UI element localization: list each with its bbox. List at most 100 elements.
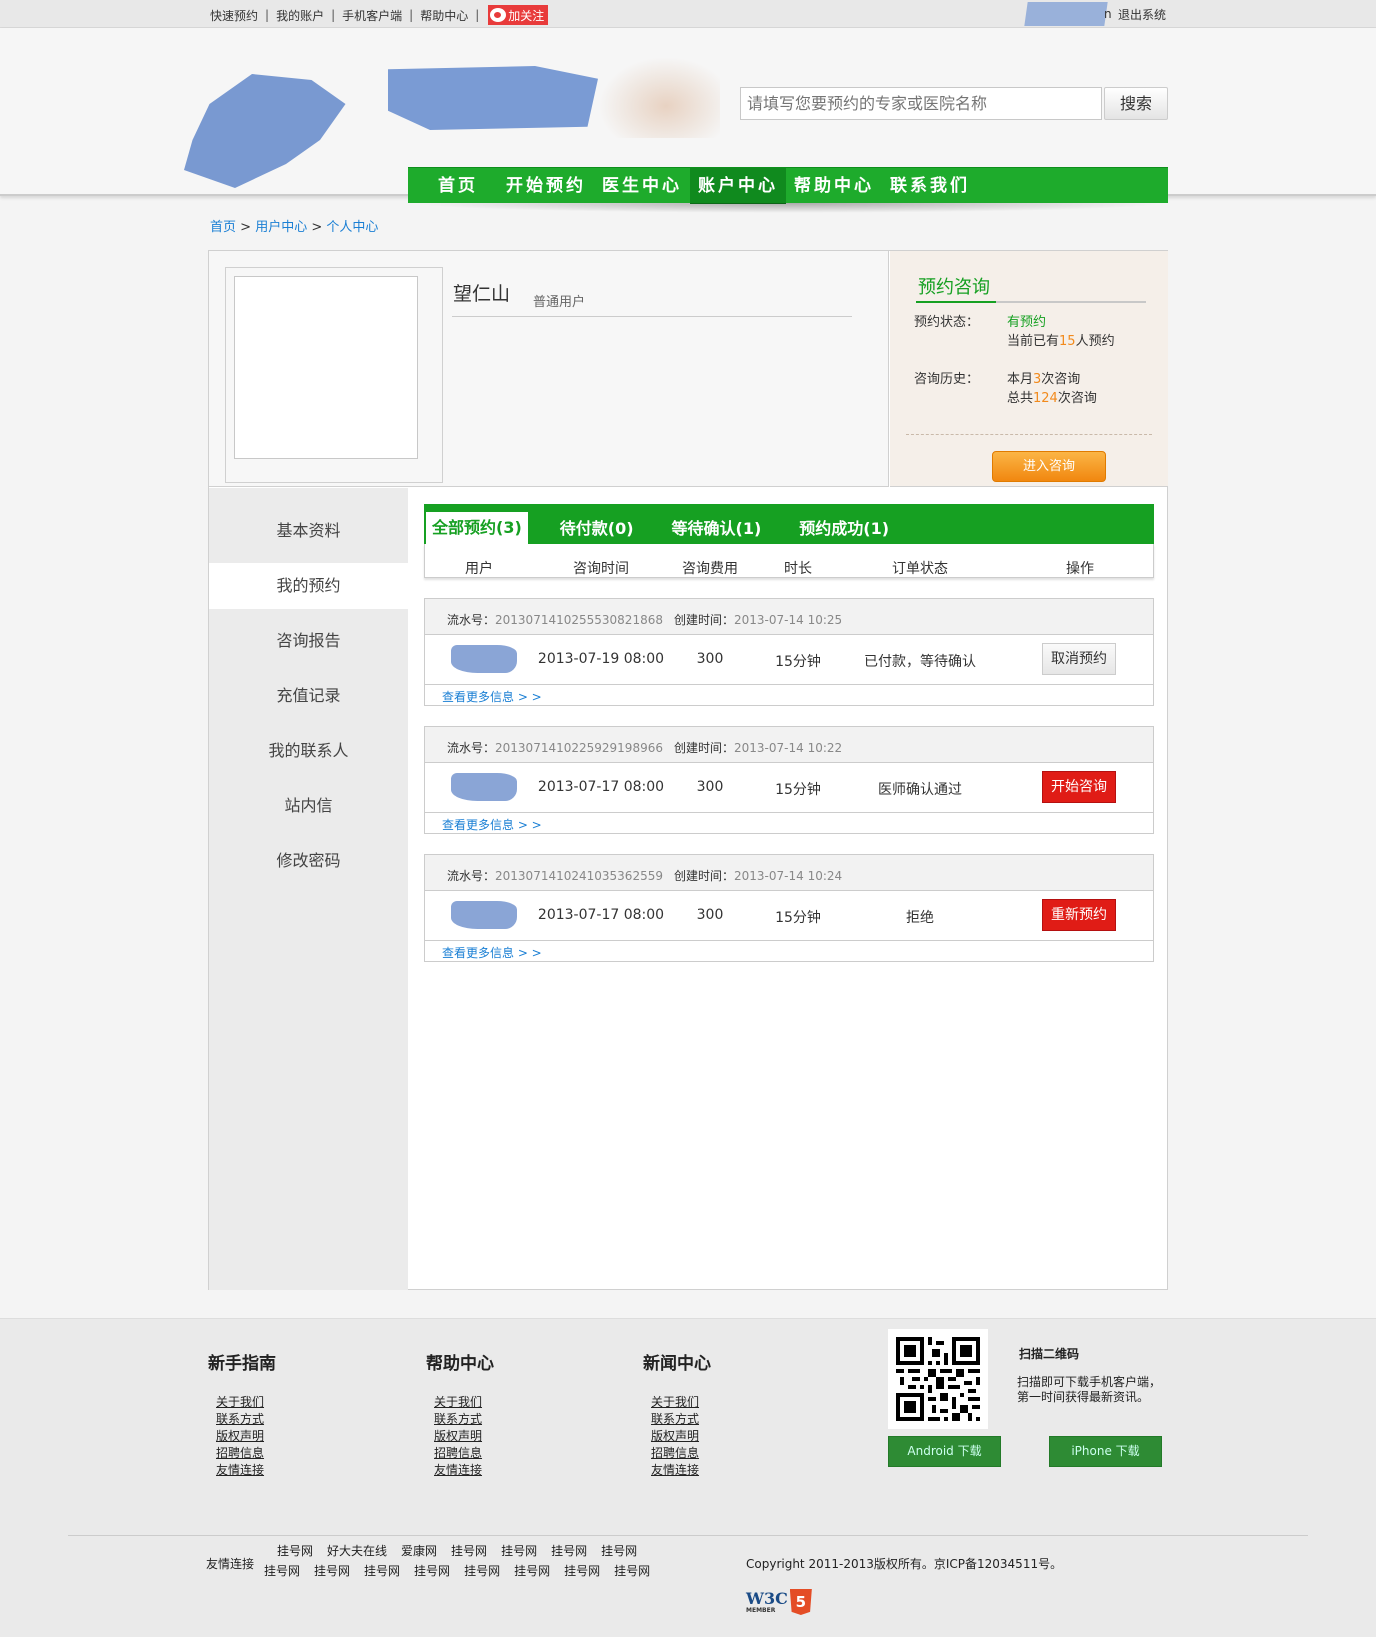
divider [916, 301, 1146, 303]
friend-link[interactable]: 好大夫在线 [327, 1544, 387, 1558]
iphone-download-button[interactable]: iPhone 下载 [1049, 1436, 1162, 1467]
w3c-member-label: MEMBER [746, 1606, 776, 1614]
help-center-link[interactable]: 帮助中心 [420, 7, 468, 24]
footer-link[interactable]: 招聘信息 [216, 1445, 276, 1462]
site-logo[interactable] [184, 74, 346, 188]
search-input[interactable] [740, 87, 1102, 120]
breadcrumb-user-center[interactable]: 用户中心 [255, 220, 307, 235]
sidebar-item-recharge[interactable]: 充值记录 [209, 673, 408, 719]
table-row: 2013-07-17 08:00 300 15分钟 医师确认通过 开始咨询 [425, 763, 1153, 813]
android-download-button[interactable]: Android 下载 [888, 1436, 1001, 1467]
weibo-follow-label: 加关注 [508, 8, 545, 23]
friend-link[interactable]: 挂号网 [614, 1564, 650, 1578]
divider [906, 434, 1152, 435]
order-created-time: 2013-07-14 10:22 [734, 741, 843, 755]
breadcrumb-home[interactable]: 首页 [210, 220, 236, 235]
footer-link[interactable]: 招聘信息 [651, 1445, 711, 1462]
tab-all[interactable]: 全部预约(3) [426, 512, 528, 544]
user-redacted [451, 773, 517, 801]
order-header: 流水号：20130714102410353​62559 创建时间：2013-07… [425, 855, 1153, 891]
breadcrumb-personal-center[interactable]: 个人中心 [326, 220, 378, 235]
friend-link[interactable]: 爱康网 [401, 1544, 437, 1558]
nav-account-center[interactable]: 账户中心 [690, 168, 786, 204]
footer-link[interactable]: 联系方式 [651, 1411, 711, 1428]
nav-contact-us[interactable]: 联系我们 [882, 168, 978, 204]
friend-link[interactable]: 挂号网 [364, 1564, 400, 1578]
sidebar-item-my-bookings[interactable]: 我的预约 [209, 563, 408, 609]
column-header: 咨询时间 [573, 561, 629, 577]
friend-link[interactable]: 挂号网 [601, 1544, 637, 1558]
logout-link[interactable]: 退出系统 [1118, 6, 1166, 23]
avatar[interactable] [234, 276, 418, 459]
table-row: 2013-07-19 08:00 300 15分钟 已付款，等待确认 取消预约 [425, 635, 1153, 685]
enter-consult-button[interactable]: 进入咨询 [992, 451, 1106, 482]
start-consult-button[interactable]: 开始咨询 [1042, 771, 1116, 803]
w3c-html5-badge: W3C MEMBER 5 [746, 1589, 812, 1615]
sidebar-item-change-password[interactable]: 修改密码 [209, 838, 408, 884]
header: 搜索 首页 开始预约 医生中心 账户中心 帮助中心 联系我们 [0, 28, 1376, 213]
footer-column-title: 帮助中心 [426, 1354, 494, 1374]
user-name: 望仁山 [453, 283, 511, 305]
nav-start-booking[interactable]: 开始预约 [498, 168, 594, 204]
friend-link[interactable]: 挂号网 [564, 1564, 600, 1578]
nav-doctor-center[interactable]: 医生中心 [594, 168, 690, 204]
table-header: 用户 咨询时间 咨询费用 时长 订单状态 操作 [424, 544, 1154, 578]
footer-link[interactable]: 友情连接 [216, 1462, 276, 1479]
sidebar-item-profile[interactable]: 基本资料 [209, 508, 408, 554]
my-account-link[interactable]: 我的账户 [276, 7, 324, 24]
friend-link[interactable]: 挂号网 [464, 1564, 500, 1578]
view-more-link[interactable]: 查看更多信息 > > [442, 688, 542, 705]
nav-help-center[interactable]: 帮助中心 [786, 168, 882, 204]
tab-awaiting-confirm[interactable]: 等待确认(1) [660, 514, 774, 544]
footer-link[interactable]: 联系方式 [216, 1411, 276, 1428]
tab-success[interactable]: 预约成功(1) [787, 514, 901, 544]
search-button[interactable]: 搜索 [1104, 87, 1168, 120]
footer-link[interactable]: 友情连接 [651, 1462, 711, 1479]
footer-link[interactable]: 招聘信息 [434, 1445, 494, 1462]
sidebar-item-messages[interactable]: 站内信 [209, 783, 408, 829]
footer-link[interactable]: 版权声明 [434, 1428, 494, 1445]
nav-home[interactable]: 首页 [408, 168, 498, 204]
friend-link[interactable]: 挂号网 [414, 1564, 450, 1578]
friend-link[interactable]: 挂号网 [314, 1564, 350, 1578]
view-more-link[interactable]: 查看更多信息 > > [442, 944, 542, 961]
friend-links: 挂号网 好大夫在线 爱康网 挂号网 挂号网 挂号网 挂号网 挂号网 挂号网 挂号网 挂号网 挂号网挂… [264, 1541, 684, 1581]
history-label: 咨询历史： [914, 372, 980, 387]
footer-link[interactable]: 友情连接 [434, 1462, 494, 1479]
order-time: 2013-07-17 08:00 [537, 907, 665, 923]
view-more-link[interactable]: 查看更多信息 > > [442, 816, 542, 833]
total-consults: 总共124次咨询 [1007, 391, 1097, 406]
column-header: 订单状态 [892, 561, 948, 577]
top-bar: 快速预约 | 我的账户 | 手机客户端 | 帮助中心 | 加关注 n 退出系统 [0, 0, 1376, 28]
friend-link[interactable]: 挂号网 [277, 1544, 313, 1558]
sidebar-item-contacts[interactable]: 我的联系人 [209, 728, 408, 774]
quick-booking-link[interactable]: 快速预约 [210, 7, 258, 24]
cancel-booking-button[interactable]: 取消预约 [1042, 643, 1116, 675]
user-redacted [451, 901, 517, 929]
tab-pending-payment[interactable]: 待付款(0) [548, 514, 646, 544]
friend-link[interactable]: 挂号网 [451, 1544, 487, 1558]
order-status: 已付款，等待确认 [864, 654, 976, 670]
booking-status-label: 预约状态： [914, 315, 980, 330]
username-suffix: n [1104, 7, 1112, 21]
mobile-client-link[interactable]: 手机客户端 [342, 7, 402, 24]
rebook-button[interactable]: 重新预约 [1042, 899, 1116, 931]
footer-link[interactable]: 版权声明 [216, 1428, 276, 1445]
footer-link[interactable]: 关于我们 [434, 1394, 494, 1411]
friend-link[interactable]: 挂号网 [501, 1544, 537, 1558]
sidebar-item-consult-reports[interactable]: 咨询报告 [209, 618, 408, 664]
footer-link[interactable]: 关于我们 [216, 1394, 276, 1411]
footer-link[interactable]: 关于我们 [651, 1394, 711, 1411]
column-header: 操作 [1066, 561, 1094, 577]
friend-link[interactable]: 挂号网 [551, 1544, 587, 1558]
footer-link[interactable]: 联系方式 [434, 1411, 494, 1428]
weibo-follow-button[interactable]: 加关注 [488, 5, 549, 25]
friend-link[interactable]: 挂号网 [264, 1564, 300, 1578]
divider [452, 316, 852, 317]
top-links: 快速预约 | 我的账户 | 手机客户端 | 帮助中心 | 加关注 [210, 5, 549, 25]
friend-link[interactable]: 挂号网 [514, 1564, 550, 1578]
user-role: 普通用户 [533, 295, 586, 310]
footer-link[interactable]: 版权声明 [651, 1428, 711, 1445]
username-redacted [1024, 2, 1108, 26]
divider [68, 1535, 1308, 1536]
